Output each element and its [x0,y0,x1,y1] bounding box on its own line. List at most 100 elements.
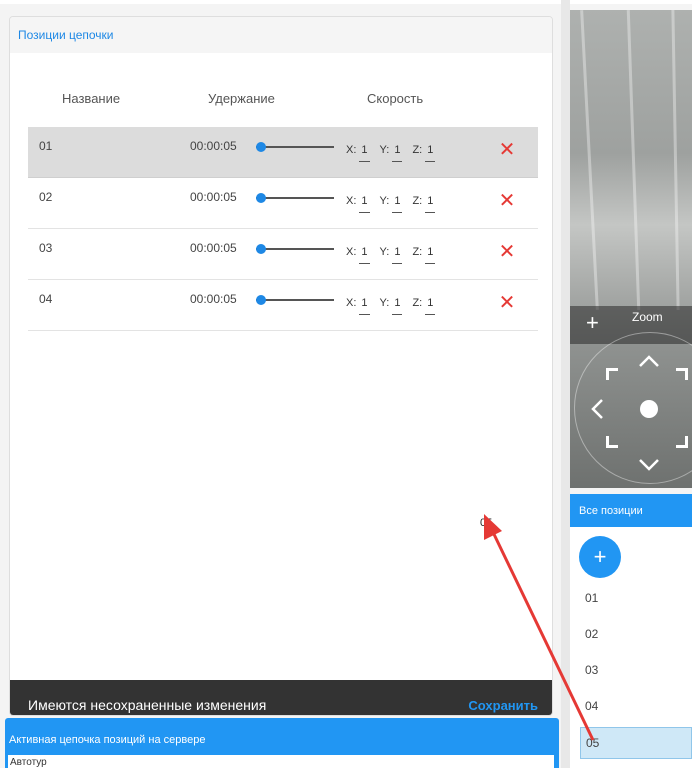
column-header-hold: Удержание [208,91,275,106]
hold-time: 00:00:05 [190,139,237,153]
hold-time: 00:00:05 [190,190,237,204]
table-row[interactable]: 01 00:00:05 X: 1 Y: 1 Z: 1 ✕ [28,127,538,178]
delete-icon[interactable]: ✕ [497,191,517,211]
speed-x-input[interactable]: 1 [359,298,370,315]
speed-y: Y: 1 [380,246,403,264]
hold-slider[interactable] [256,295,334,305]
delete-icon[interactable]: ✕ [497,242,517,262]
zoom-in-icon[interactable]: + [586,310,599,336]
speed-x-label: X: [346,246,357,258]
speed-z-input[interactable]: 1 [425,247,436,264]
chain-positions-table: 01 00:00:05 X: 1 Y: 1 Z: 1 ✕ 02 00:00:05 X:… [28,127,538,331]
speed-y-input[interactable]: 1 [392,145,403,162]
speed-x-input[interactable]: 1 [359,196,370,213]
add-position-button[interactable]: + [579,536,621,578]
ceiling-beam [671,10,680,311]
speed-x: X: 1 [346,297,370,315]
speed-y-input[interactable]: 1 [392,247,403,264]
unsaved-changes-message: Имеются несохраненные изменения [28,697,267,713]
table-row[interactable]: 02 00:00:05 X: 1 Y: 1 Z: 1 ✕ [28,178,538,229]
top-edge [0,0,692,4]
speed-y-input[interactable]: 1 [392,196,403,213]
active-chain-first-line: Автотур [10,757,47,768]
hold-slider[interactable] [256,142,334,152]
app-root: Позиции цепочки Название Удержание Скоро… [0,0,692,768]
slider-knob[interactable] [256,295,266,305]
table-row[interactable]: 04 00:00:05 X: 1 Y: 1 Z: 1 ✕ [28,280,538,331]
list-item[interactable]: 04 [585,699,598,713]
ptz-joystick-handle[interactable] [640,400,658,418]
active-chain-content: Автотур [8,755,554,768]
panel-divider[interactable] [561,0,570,768]
speed-z: Z: 1 [412,144,436,162]
speed-z-label: Z: [412,246,423,258]
speed-fields: X: 1 Y: 1 Z: 1 [346,246,436,264]
save-button[interactable]: Сохранить [468,698,538,713]
column-header-speed: Скорость [367,91,424,106]
slider-track [256,248,334,250]
speed-x-label: X: [346,144,357,156]
speed-z: Z: 1 [412,297,436,315]
hold-slider[interactable] [256,193,334,203]
active-chain-panel: Активная цепочка позиций на сервере Авто… [5,718,559,768]
camera-view[interactable]: + Zoom [570,10,692,488]
speed-z-input[interactable]: 1 [425,298,436,315]
chain-positions-title: Позиции цепочки [18,28,114,42]
speed-y: Y: 1 [380,144,403,162]
active-chain-title: Активная цепочка позиций на сервере [9,734,206,746]
column-headers: Название Удержание Скорость [10,91,552,107]
chain-positions-card: Позиции цепочки Название Удержание Скоро… [9,16,553,716]
speed-y: Y: 1 [380,297,403,315]
speed-y-label: Y: [379,297,390,309]
hold-time: 00:00:05 [190,241,237,255]
speed-y-label: Y: [379,195,390,207]
speed-x-input[interactable]: 1 [359,145,370,162]
speed-z: Z: 1 [412,246,436,264]
delete-icon[interactable]: ✕ [497,293,517,313]
unsaved-changes-bar: Имеются несохраненные изменения Сохранит… [10,680,552,715]
slider-knob[interactable] [256,193,266,203]
speed-x: X: 1 [346,144,370,162]
hold-slider[interactable] [256,244,334,254]
frame-corner-icon [676,368,688,380]
slider-track [256,299,334,301]
chevron-left-icon[interactable] [590,398,604,424]
chevron-up-icon[interactable] [638,352,660,372]
ceiling-beam [580,10,599,310]
speed-z-label: Z: [412,195,423,207]
table-row[interactable]: 03 00:00:05 X: 1 Y: 1 Z: 1 ✕ [28,229,538,280]
slider-track [256,146,334,148]
speed-x-input[interactable]: 1 [359,247,370,264]
list-item[interactable]: 01 [585,591,598,605]
speed-x: X: 1 [346,195,370,213]
frame-corner-icon [606,368,618,380]
speed-z: Z: 1 [412,195,436,213]
chain-positions-header: Позиции цепочки [10,17,552,53]
all-positions-title: Все позиции [579,504,643,517]
speed-z-label: Z: [412,297,423,309]
all-positions-header: Все позиции [570,494,692,527]
speed-z-input[interactable]: 1 [425,196,436,213]
speed-fields: X: 1 Y: 1 Z: 1 [346,195,436,213]
speed-x-label: X: [346,195,357,207]
speed-z-input[interactable]: 1 [425,145,436,162]
chevron-down-icon[interactable] [638,456,660,476]
delete-icon[interactable]: ✕ [497,140,517,160]
speed-y: Y: 1 [380,195,403,213]
ceiling-beam [626,10,641,310]
speed-fields: X: 1 Y: 1 Z: 1 [346,144,436,162]
frame-corner-icon [606,436,618,448]
slider-knob[interactable] [256,142,266,152]
position-name: 03 [39,241,53,255]
slider-knob[interactable] [256,244,266,254]
speed-z-label: Z: [412,144,423,156]
list-item[interactable]: 02 [585,627,598,641]
speed-y-input[interactable]: 1 [392,298,403,315]
frame-corner-icon [676,436,688,448]
list-item[interactable]: 03 [585,663,598,677]
position-name: 01 [39,139,53,153]
speed-x: X: 1 [346,246,370,264]
speed-x-label: X: [346,297,357,309]
slider-track [256,197,334,199]
list-item[interactable]: 05 [580,727,692,759]
